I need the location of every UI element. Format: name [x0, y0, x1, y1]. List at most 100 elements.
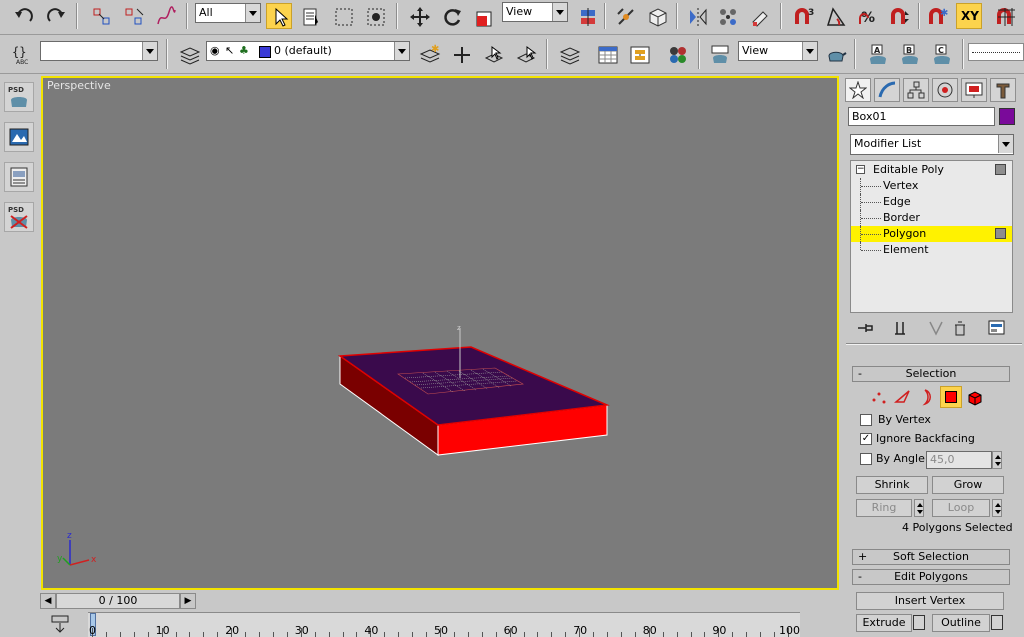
window-crossing-icon[interactable] [362, 3, 388, 29]
visibility-eye-icon[interactable]: ◉ [210, 42, 220, 60]
render-setup-icon[interactable] [706, 41, 732, 67]
motion-tab-icon[interactable] [932, 78, 958, 102]
render-production-b-icon[interactable]: B [896, 41, 922, 67]
by-angle-spinner[interactable] [992, 451, 1002, 469]
insert-vertex-button[interactable]: Insert Vertex [856, 592, 1004, 610]
redo-button[interactable] [42, 3, 68, 29]
layer-manager-icon[interactable] [176, 41, 202, 67]
by-angle-value-field[interactable]: 45,0 [926, 451, 992, 469]
loop-spinner[interactable] [992, 499, 1002, 517]
maxscript-listener-icon[interactable]: {} ABC [8, 41, 34, 67]
undo-button[interactable] [10, 3, 36, 29]
snap-axis-constraint-button[interactable]: XY [956, 3, 982, 29]
percent-snap-toggle-icon[interactable]: % [854, 3, 880, 29]
hierarchy-tab-icon[interactable] [903, 78, 929, 102]
timeline-ruler[interactable]: 0 10 20 30 40 50 60 70 80 90 100 [88, 612, 800, 637]
snaps-toggle-3d-icon[interactable]: 3 [790, 3, 816, 29]
modifier-list-dropdown[interactable]: Modifier List [850, 134, 1014, 155]
set-current-layer-icon[interactable] [512, 41, 538, 67]
stack-subobject-element[interactable]: Element [851, 242, 1012, 258]
named-selection-sets-dropdown[interactable] [40, 41, 158, 61]
select-object-button[interactable] [266, 3, 292, 29]
by-angle-checkbox[interactable] [860, 453, 872, 465]
time-slider-thumb[interactable]: 0 / 100 [56, 593, 180, 609]
tool-flyout-field[interactable] [968, 43, 1024, 61]
select-and-move-icon[interactable] [406, 3, 432, 29]
configure-modifier-sets-icon[interactable] [988, 320, 1006, 339]
select-and-link-icon[interactable] [88, 3, 114, 29]
edit-named-selection-icon[interactable]: ✱ [924, 3, 950, 29]
freeze-cursor-icon[interactable]: ↖ [225, 42, 234, 60]
show-end-result-icon[interactable] [892, 320, 908, 339]
selection-rollout-header[interactable]: - Selection [852, 366, 1010, 382]
create-new-layer-icon[interactable]: ✱ [416, 41, 442, 67]
select-and-rotate-icon[interactable] [438, 3, 464, 29]
collapse-toggle[interactable]: − [856, 165, 865, 174]
stack-subobject-vertex[interactable]: Vertex [851, 178, 1012, 194]
select-objects-in-layer-icon[interactable] [480, 41, 506, 67]
outline-settings-icon[interactable] [991, 615, 1003, 630]
keyboard-shortcut-override-icon[interactable] [644, 3, 670, 29]
vertex-subobject-icon[interactable] [870, 388, 888, 409]
render-production-c-icon[interactable]: C [928, 41, 954, 67]
quick-render-teapot-icon[interactable] [822, 41, 848, 67]
reference-coordinate-dropdown[interactable]: View [502, 2, 568, 22]
mirror-icon[interactable] [684, 3, 710, 29]
snap-grid-icon[interactable] [992, 3, 1018, 29]
outline-button[interactable]: Outline [932, 614, 990, 632]
selection-filter-dropdown[interactable]: All [195, 3, 261, 23]
ring-spinner[interactable] [914, 499, 924, 517]
extrude-button[interactable]: Extrude [856, 614, 912, 632]
use-pivot-point-center-icon[interactable] [574, 3, 600, 29]
grow-button[interactable]: Grow [932, 476, 1004, 494]
stack-subobject-edge[interactable]: Edge [851, 194, 1012, 210]
layer-manager-alt-icon[interactable] [556, 41, 582, 67]
align-icon[interactable] [714, 3, 740, 29]
delete-psd-icon[interactable]: PSD [4, 202, 34, 232]
border-subobject-icon[interactable] [918, 388, 936, 409]
display-tab-icon[interactable] [961, 78, 987, 102]
image-viewer-icon[interactable] [4, 122, 34, 152]
polygon-level-toggle-icon[interactable] [995, 228, 1006, 239]
select-and-manipulate-icon[interactable] [612, 3, 638, 29]
select-and-scale-icon[interactable] [470, 3, 496, 29]
material-editor-icon[interactable] [664, 41, 690, 67]
extrude-settings-icon[interactable] [913, 615, 925, 630]
angle-snap-toggle-icon[interactable] [822, 3, 848, 29]
photoshop-export-icon[interactable]: PSD [4, 82, 34, 112]
select-by-name-icon[interactable] [298, 3, 324, 29]
add-to-layer-icon[interactable] [448, 41, 474, 67]
stack-subobject-polygon[interactable]: Polygon [851, 226, 1012, 242]
soft-selection-rollout-header[interactable]: + Soft Selection [852, 549, 1010, 565]
render-production-a-icon[interactable]: A [864, 41, 890, 67]
pin-stack-icon[interactable] [856, 320, 876, 339]
schematic-view-icon[interactable] [626, 41, 652, 67]
rectangular-selection-region-icon[interactable] [330, 3, 356, 29]
ring-button[interactable]: Ring [856, 499, 912, 517]
polygon-subobject-button[interactable] [940, 386, 962, 408]
by-vertex-checkbox[interactable] [860, 414, 872, 426]
curve-editor-icon[interactable] [594, 41, 620, 67]
document-panel-icon[interactable] [4, 162, 34, 192]
modify-tab-icon[interactable] [874, 78, 900, 102]
shrink-button[interactable]: Shrink [856, 476, 928, 494]
spacing-tool-icon[interactable] [746, 3, 772, 29]
make-unique-icon[interactable] [928, 320, 944, 339]
mini-curve-editor-toggle-icon[interactable] [50, 614, 72, 637]
edge-subobject-icon[interactable] [893, 388, 912, 409]
next-frame-arrow-icon[interactable]: ▶ [180, 593, 196, 609]
previous-frame-arrow-icon[interactable]: ◀ [40, 593, 56, 609]
element-subobject-icon[interactable] [966, 388, 984, 409]
render-reference-coordinate-dropdown[interactable]: View [738, 41, 818, 61]
create-tab-icon[interactable] [845, 78, 871, 102]
time-slider-track[interactable] [198, 593, 838, 609]
remove-modifier-icon[interactable] [952, 320, 968, 339]
time-slider[interactable]: ◀ 0 / 100 ▶ [40, 592, 840, 610]
stack-root-toggle-icon[interactable] [995, 164, 1006, 175]
bind-to-space-warp-icon[interactable] [152, 3, 178, 29]
ignore-backfacing-checkbox[interactable]: ✓ [860, 433, 872, 445]
loop-button[interactable]: Loop [932, 499, 990, 517]
edit-polygons-rollout-header[interactable]: - Edit Polygons [852, 569, 1010, 585]
stack-item-editable-poly[interactable]: − Editable Poly [851, 162, 1012, 178]
spinner-snap-toggle-icon[interactable] [886, 3, 912, 29]
